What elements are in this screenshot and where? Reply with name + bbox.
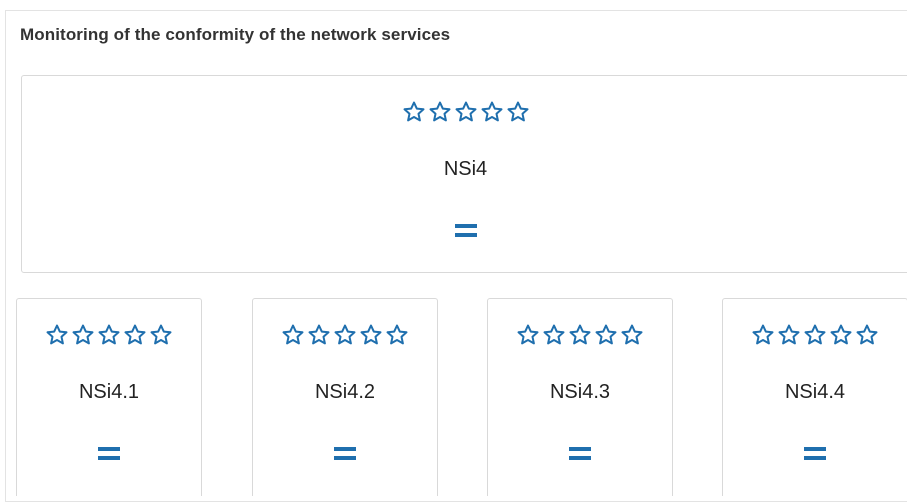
star-rating [17, 323, 201, 347]
indicator-card-nsi4-2[interactable]: NSi4.2 [252, 298, 438, 496]
indicator-label: NSi4.4 [784, 381, 846, 403]
star-empty-icon [542, 323, 566, 347]
star-empty-icon [829, 323, 853, 347]
panel-title: Monitoring of the conformity of the netw… [20, 25, 451, 44]
star-empty-icon [568, 323, 592, 347]
star-empty-icon [359, 323, 383, 347]
star-empty-icon [803, 323, 827, 347]
star-empty-icon [620, 323, 644, 347]
star-rating [723, 323, 907, 347]
indicator-card-nsi4-1[interactable]: NSi4.1 [16, 298, 202, 496]
equals-icon [98, 447, 120, 465]
star-rating [253, 323, 437, 347]
indicator-label: NSi4.2 [314, 381, 376, 403]
star-rating [22, 100, 907, 124]
star-empty-icon [402, 100, 426, 124]
star-empty-icon [307, 323, 331, 347]
star-empty-icon [71, 323, 95, 347]
star-empty-icon [333, 323, 357, 347]
star-empty-icon [45, 323, 69, 347]
star-rating [488, 323, 672, 347]
indicator-card-nsi4-3[interactable]: NSi4.3 [487, 298, 673, 496]
equals-icon [569, 447, 591, 465]
indicator-label: NSi4 [443, 158, 488, 180]
equals-icon [804, 447, 826, 465]
star-empty-icon [428, 100, 452, 124]
star-empty-icon [751, 323, 775, 347]
star-empty-icon [516, 323, 540, 347]
star-empty-icon [855, 323, 879, 347]
equals-icon [334, 447, 356, 465]
star-empty-icon [385, 323, 409, 347]
star-empty-icon [777, 323, 801, 347]
star-empty-icon [480, 100, 504, 124]
indicator-card-nsi4-4[interactable]: NSi4.4 [722, 298, 907, 496]
star-empty-icon [594, 323, 618, 347]
indicator-card-nsi4[interactable]: NSi4 [21, 75, 907, 273]
conformity-panel: Monitoring of the conformity of the netw… [5, 10, 907, 502]
star-empty-icon [454, 100, 478, 124]
star-empty-icon [149, 323, 173, 347]
star-empty-icon [97, 323, 121, 347]
star-empty-icon [281, 323, 305, 347]
indicator-label: NSi4.1 [78, 381, 140, 403]
star-empty-icon [506, 100, 530, 124]
indicator-label: NSi4.3 [549, 381, 611, 403]
equals-icon [454, 224, 477, 242]
star-empty-icon [123, 323, 147, 347]
